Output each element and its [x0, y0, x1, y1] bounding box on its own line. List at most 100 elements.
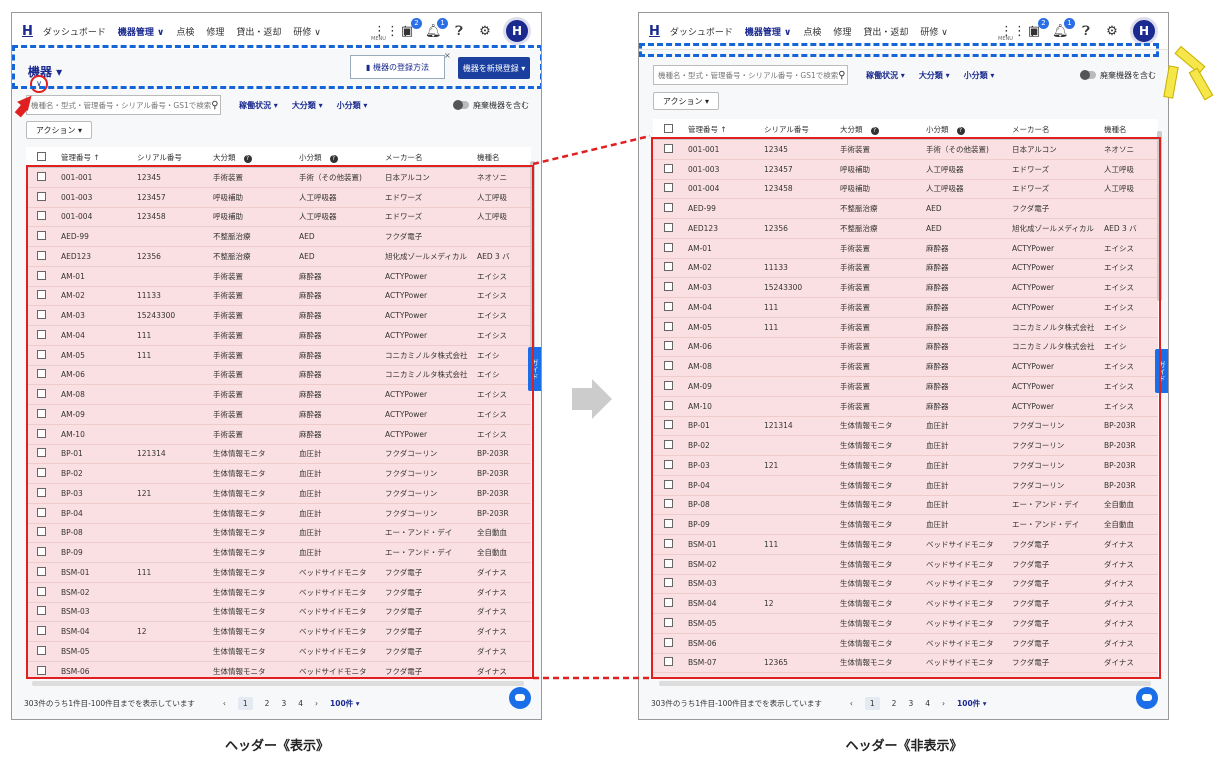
page-3[interactable]: 3	[281, 699, 286, 708]
table-row[interactable]: AM-10 手術装置 麻酔器 ACTYPower エイシス	[653, 396, 1158, 417]
table-row[interactable]: AM-04 111 手術装置 麻酔器 ACTYPower エイシス	[26, 325, 531, 346]
row-checkbox[interactable]	[653, 574, 687, 595]
table-row[interactable]: BSM-04 12 生体情報モニタ ベッドサイドモニタ フクダ電子 ダイナス	[26, 621, 531, 642]
filter-major-category[interactable]: 大分類 ▾	[292, 100, 323, 111]
col-major-category[interactable]: 大分類?	[212, 147, 298, 168]
row-checkbox[interactable]	[653, 376, 687, 397]
filter-minor-category[interactable]: 小分類 ▾	[964, 70, 995, 81]
row-checkbox[interactable]	[653, 554, 687, 575]
nav-equipment[interactable]: 機器管理 ∨	[745, 25, 791, 38]
col-major-category[interactable]: 大分類?	[839, 119, 925, 140]
chat-icon[interactable]	[509, 687, 531, 709]
table-row[interactable]: BP-04 生体情報モニタ 血圧計 フクダコーリン BP-203R	[26, 503, 531, 524]
guide-tab[interactable]: ガイド	[1155, 349, 1168, 393]
gear-icon[interactable]: ⚙	[1104, 24, 1120, 39]
table-row[interactable]: 001-003 123457 呼吸補助 人工呼吸器 エドワーズ 人工呼吸	[26, 187, 531, 208]
row-checkbox[interactable]	[26, 384, 60, 405]
include-disposed-toggle[interactable]: 廃棄機器を含む	[1080, 70, 1156, 81]
row-checkbox[interactable]	[26, 226, 60, 247]
table-row[interactable]: BSM-05 生体情報モニタ ベッドサイドモニタ フクダ電子 ダイナス	[26, 641, 531, 662]
table-row[interactable]: 001-004 123458 呼吸補助 人工呼吸器 エドワーズ 人工呼吸	[653, 179, 1158, 200]
nav-inspection[interactable]: 点検	[803, 25, 821, 38]
guide-tab[interactable]: ガイド	[528, 347, 541, 391]
register-equipment-button[interactable]: 機器を新規登録 ▾	[458, 57, 530, 79]
help-icon[interactable]: ❓︎	[1078, 24, 1094, 39]
table-row[interactable]: BSM-02 生体情報モニタ ベッドサイドモニタ フクダ電子 ダイナス	[653, 554, 1158, 575]
filter-status[interactable]: 稼働状況 ▾	[866, 70, 905, 81]
table-row[interactable]: BP-09 生体情報モニタ 血圧計 エー・アンド・デイ 全自動血	[26, 542, 531, 563]
row-checkbox[interactable]	[653, 337, 687, 358]
row-checkbox[interactable]	[653, 258, 687, 279]
search-icon[interactable]: ⚲	[838, 70, 845, 81]
table-row[interactable]: AM-02 11133 手術装置 麻酔器 ACTYPower エイシス	[653, 258, 1158, 279]
col-maker[interactable]: メーカー名	[1011, 119, 1103, 140]
search-input[interactable]: 機種名・型式・管理番号・シリアル番号・GS1で検索 ⚲	[653, 65, 848, 85]
col-serial-number[interactable]: シリアル番号	[763, 119, 839, 140]
row-checkbox[interactable]	[26, 444, 60, 465]
row-checkbox[interactable]	[653, 396, 687, 417]
table-row[interactable]: AM-06 手術装置 麻酔器 コニカミノルタ株式会社 エイシ	[653, 337, 1158, 358]
table-row[interactable]: BP-01 121314 生体情報モニタ 血圧計 フクダコーリン BP-203R	[26, 444, 531, 465]
row-checkbox[interactable]	[26, 582, 60, 603]
include-disposed-toggle[interactable]: 廃棄機器を含む	[453, 100, 529, 111]
row-checkbox[interactable]	[26, 621, 60, 642]
task-icon[interactable]: ▣ 2	[399, 17, 422, 39]
table-row[interactable]: AM-08 手術装置 麻酔器 ACTYPower エイシス	[653, 356, 1158, 377]
nav-training[interactable]: 研修 ∨	[293, 25, 320, 38]
gear-icon[interactable]: ⚙	[477, 24, 493, 39]
row-checkbox[interactable]	[653, 653, 687, 674]
table-row[interactable]: AED-99 不整脈治療 AED フクダ電子	[26, 226, 531, 247]
table-row[interactable]: AM-01 手術装置 麻酔器 ACTYPower エイシス	[26, 266, 531, 287]
row-checkbox[interactable]	[26, 207, 60, 228]
nav-lending[interactable]: 貸出・返却	[863, 25, 908, 38]
row-checkbox[interactable]	[653, 613, 687, 634]
table-row[interactable]: BSM-01 111 生体情報モニタ ベッドサイドモニタ フクダ電子 ダイナス	[26, 562, 531, 583]
row-checkbox[interactable]	[653, 633, 687, 654]
row-checkbox[interactable]	[653, 139, 687, 160]
action-button[interactable]: アクション ▾	[26, 121, 92, 139]
horizontal-scrollbar[interactable]	[659, 681, 1151, 686]
row-checkbox[interactable]	[653, 435, 687, 456]
task-icon[interactable]: ▣ 2	[1026, 17, 1049, 39]
row-checkbox[interactable]	[653, 159, 687, 180]
row-checkbox[interactable]	[653, 277, 687, 298]
table-row[interactable]: AM-09 手術装置 麻酔器 ACTYPower エイシス	[653, 376, 1158, 397]
table-row[interactable]: AM-02 11133 手術装置 麻酔器 ACTYPower エイシス	[26, 286, 531, 307]
row-checkbox[interactable]	[653, 495, 687, 516]
nav-dashboard[interactable]: ダッシュボード	[43, 25, 106, 38]
table-row[interactable]: 001-001 12345 手術装置 手術（その他装置) 日本アルコン ネオソニ	[26, 167, 531, 188]
row-checkbox[interactable]	[653, 475, 687, 496]
select-all-checkbox[interactable]	[653, 119, 687, 140]
table-row[interactable]: BSM-09 生体情報モニタベッドサイドモニタフクダ電子ダイナス	[653, 672, 1158, 677]
table-row[interactable]: AM-08 手術装置 麻酔器 ACTYPower エイシス	[26, 384, 531, 405]
table-row[interactable]: BP-02 生体情報モニタ 血圧計 フクダコーリン BP-203R	[653, 435, 1158, 456]
table-row[interactable]: BSM-03 生体情報モニタ ベッドサイドモニタ フクダ電子 ダイナス	[26, 602, 531, 623]
table-row[interactable]: AM-03 15243300 手術装置 麻酔器 ACTYPower エイシス	[653, 277, 1158, 298]
bell-icon[interactable]: 🔔︎ 1	[425, 17, 448, 39]
row-checkbox[interactable]	[653, 593, 687, 614]
table-row[interactable]: AM-05 111 手術装置 麻酔器 コニカミノルタ株式会社 エイシ	[653, 317, 1158, 338]
col-model-name[interactable]: 機種名	[1103, 119, 1158, 140]
next-page-button[interactable]: ›	[942, 699, 945, 708]
page-2[interactable]: 2	[892, 699, 897, 708]
vertical-scrollbar[interactable]	[1157, 131, 1162, 301]
row-checkbox[interactable]	[653, 672, 687, 677]
table-row[interactable]: AED-99 不整脈治療 AED フクダ電子	[653, 198, 1158, 219]
switch-icon[interactable]	[453, 100, 469, 110]
row-checkbox[interactable]	[26, 325, 60, 346]
page-3[interactable]: 3	[908, 699, 913, 708]
next-page-button[interactable]: ›	[315, 699, 318, 708]
per-page-select[interactable]: 100件 ▾	[330, 698, 360, 709]
page-2[interactable]: 2	[265, 699, 270, 708]
prev-page-button[interactable]: ‹	[223, 699, 226, 708]
table-row[interactable]: BP-08 生体情報モニタ 血圧計 エー・アンド・デイ 全自動血	[26, 523, 531, 544]
row-checkbox[interactable]	[26, 523, 60, 544]
table-row[interactable]: BSM-07 12365 生体情報モニタ ベッドサイドモニタ フクダ電子 ダイナス	[653, 653, 1158, 674]
page-1[interactable]: 1	[864, 696, 880, 710]
user-avatar[interactable]: H	[503, 17, 531, 45]
user-avatar[interactable]: H	[1130, 17, 1158, 45]
row-checkbox[interactable]	[26, 463, 60, 484]
row-checkbox[interactable]	[653, 218, 687, 239]
nav-lending[interactable]: 貸出・返却	[236, 25, 281, 38]
header-toggle-chevron-icon[interactable]: ∨	[30, 75, 48, 93]
